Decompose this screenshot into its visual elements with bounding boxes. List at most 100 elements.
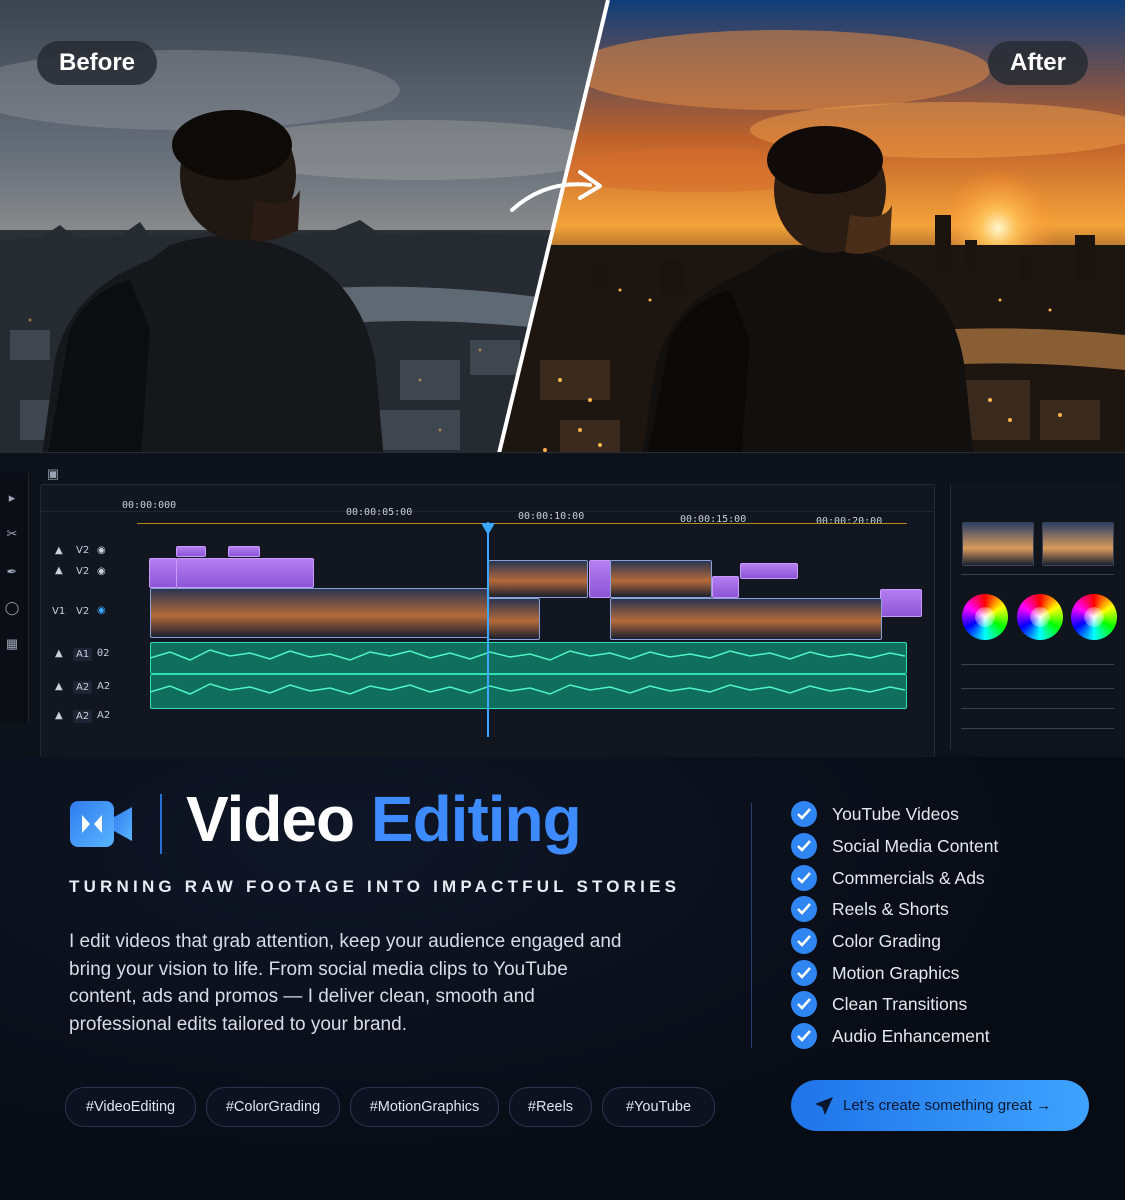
timecode-0: 00:00:000 [122,500,177,511]
tagline: TURNING RAW FOOTAGE INTO IMPACTFUL STORI… [69,877,681,896]
list-item: Social Media Content [791,833,998,859]
video-clip[interactable] [150,588,488,638]
track-label: V2 [76,545,90,556]
slider[interactable] [961,728,1114,729]
track-label: V2 [76,566,90,577]
before-after-hero: Before After [0,0,1125,470]
before-after-image [0,0,1125,470]
eye-icon[interactable]: ◉ [97,605,106,616]
check-icon [791,833,817,859]
pen-tool-icon[interactable]: ✒ [2,563,22,581]
feature-label: Reels & Shorts [832,898,949,919]
clip[interactable] [176,558,314,588]
track-label: V2 [76,606,90,617]
audio-waveform [150,649,905,695]
video-clip[interactable] [610,598,882,640]
color-wheel-highlights[interactable] [1071,594,1117,640]
hashtag-chip[interactable]: #MotionGraphics [350,1087,499,1127]
track-label: A1 [73,648,93,661]
feature-label: Audio Enhancement [832,1025,990,1046]
timecode-4: 00:00:20:00 [816,516,883,527]
track-label: A2 [73,681,93,694]
send-icon [815,1097,833,1115]
check-icon [791,960,817,986]
video-camera-icon [70,801,132,847]
panel-menu-icon[interactable]: ▣ [46,465,60,483]
page-title: Video Editing [186,782,582,856]
cta-label: Let’s create something great → [843,1097,1052,1114]
tool-bar: ▸ ✂ ✒ ◯ ▦ [0,473,29,723]
text-tool-icon[interactable]: ▦ [2,635,22,653]
color-wheel-midtones[interactable] [1017,594,1063,640]
list-item: Commercials & Ads [791,865,985,891]
after-label: After [987,41,1088,85]
clip[interactable] [149,558,177,588]
slider[interactable] [961,708,1114,709]
track-label: A2 [97,681,111,692]
hashtag-chip[interactable]: #Reels [509,1087,592,1127]
list-item: YouTube Videos [791,801,959,827]
check-icon [791,928,817,954]
clip[interactable] [228,546,260,557]
color-wheel-shadows[interactable] [962,594,1008,640]
clip[interactable] [880,589,922,617]
check-icon [791,801,817,827]
feature-label: Commercials & Ads [832,867,985,888]
razor-tool-icon[interactable]: ✂ [2,525,22,543]
track-label: A2 [73,710,93,723]
check-icon [791,1023,817,1049]
clip[interactable] [589,560,611,598]
list-item: Clean Transitions [791,991,967,1017]
eye-icon[interactable]: ◉ [97,545,106,556]
feature-label: Color Grading [832,930,941,951]
timecode-1: 00:00:05:00 [346,507,413,518]
list-item: Reels & Shorts [791,896,949,922]
lock-icon[interactable]: ▲ [55,545,63,556]
feature-label: YouTube Videos [832,803,959,824]
clip[interactable] [712,576,739,598]
track-label: θ2 [97,648,110,659]
feature-label: Motion Graphics [832,962,960,983]
ruler-line [137,523,907,524]
lock-icon[interactable]: ▲ [55,681,63,692]
list-item: Color Grading [791,928,941,954]
hashtag-chip[interactable]: #YouTube [602,1087,715,1127]
video-clip[interactable] [488,598,540,640]
lock-icon[interactable]: ▲ [55,648,63,659]
hashtag-chip[interactable]: #VideoEditing [65,1087,196,1127]
hashtag-chip[interactable]: #ColorGrading [206,1087,340,1127]
list-item: Motion Graphics [791,960,959,986]
track-label: A2 [97,710,111,721]
description: I edit videos that grab attention, keep … [69,931,622,1035]
video-clip[interactable] [610,560,712,598]
title-divider [160,794,162,854]
color-panel [950,484,1125,750]
lock-icon[interactable]: ▲ [55,565,63,576]
check-icon [791,896,817,922]
check-icon [791,865,817,891]
clip[interactable] [740,563,798,579]
cta-button[interactable]: Let’s create something great → [791,1080,1089,1131]
track-label: V1 [52,606,66,617]
before-label: Before [37,41,158,85]
video-clip[interactable] [488,560,588,598]
check-icon [791,991,817,1017]
feature-label: Clean Transitions [832,993,968,1014]
slider[interactable] [961,688,1114,689]
section-divider [751,803,752,1048]
playhead[interactable] [487,522,489,737]
timecode-2: 00:00:10:00 [518,511,585,522]
preview-thumbnail[interactable] [962,522,1034,566]
lock-icon[interactable]: ▲ [55,710,63,721]
list-item: Audio Enhancement [791,1023,990,1049]
title-word-2: Editing [370,783,582,855]
slider[interactable] [961,664,1114,665]
preview-thumbnail[interactable] [1042,522,1114,566]
slider[interactable] [961,574,1114,575]
select-tool-icon[interactable]: ▸ [2,489,22,507]
hand-tool-icon[interactable]: ◯ [2,599,22,617]
eye-icon[interactable]: ◉ [97,566,106,577]
feature-label: Social Media Content [832,835,999,856]
clip[interactable] [176,546,206,557]
title-word-1: Video [186,783,355,855]
